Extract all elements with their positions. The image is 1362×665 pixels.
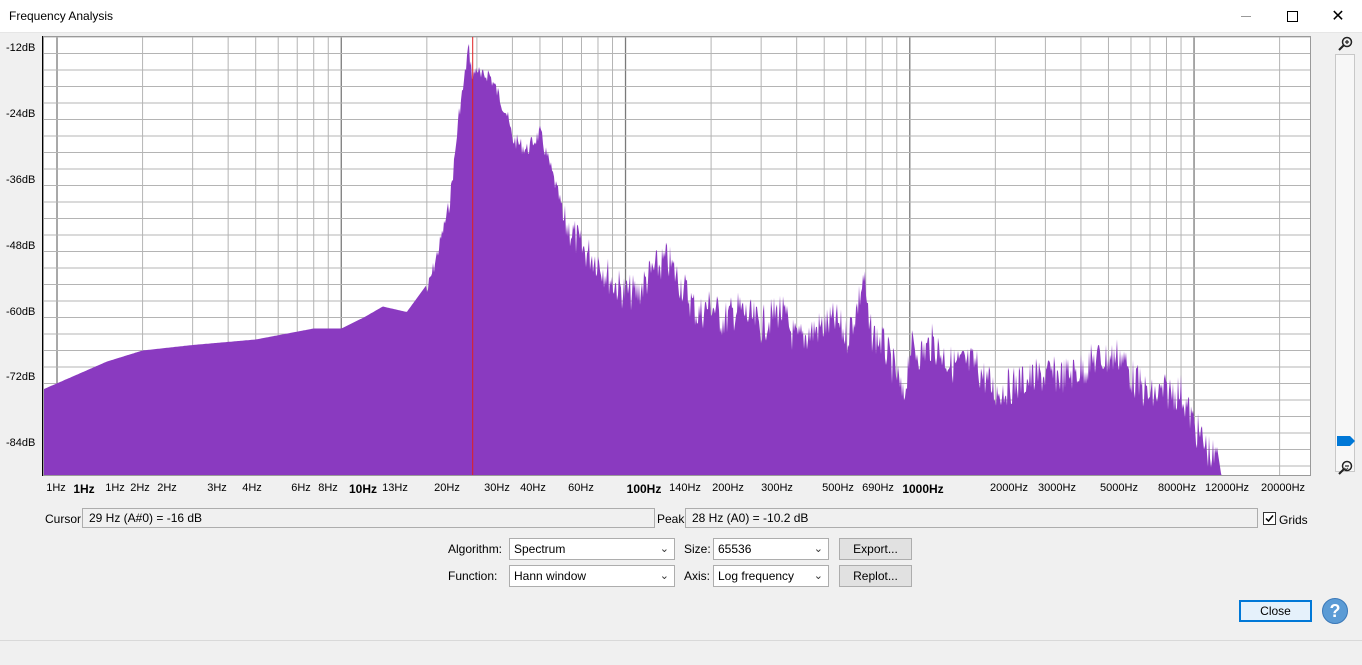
cursor-readout: 29 Hz (A#0) = -16 dB [82,508,655,528]
x-tick-label: 2Hz [157,482,177,494]
help-button[interactable]: ? [1322,598,1348,624]
chevron-down-icon: ⌄ [813,543,823,555]
zoom-slider-thumb[interactable] [1336,435,1356,447]
maximize-button[interactable] [1269,0,1315,32]
title-bar: Frequency Analysis ✕ [0,0,1362,33]
close-window-button[interactable]: ✕ [1315,0,1361,32]
y-tick-label: -72dB [6,371,36,383]
chevron-down-icon: ⌄ [813,570,823,582]
axis-select[interactable]: Log frequency ⌄ [713,565,829,587]
export-button[interactable]: Export... [839,538,912,560]
peak-label: Peak: [657,512,688,526]
axis-value: Log frequency [718,569,795,583]
replot-button[interactable]: Replot... [839,565,912,587]
x-tick-label: 1Hz [46,482,66,494]
algorithm-select[interactable]: Spectrum ⌄ [509,538,675,560]
axis-label: Axis: [684,569,711,583]
zoom-in-icon[interactable] [1337,36,1353,52]
x-tick-label: 60Hz [568,482,594,494]
close-icon: ✕ [1331,8,1345,25]
x-tick-label: 10Hz [348,482,378,496]
size-select[interactable]: 65536 ⌄ [713,538,829,560]
x-tick-label: 5000Hz [1100,482,1138,494]
x-tick-label: 30Hz [484,482,510,494]
x-tick-label: 4Hz [242,482,262,494]
checkmark-icon [1265,515,1274,523]
close-button[interactable]: Close [1239,600,1312,622]
x-tick-label: 140Hz [669,482,701,494]
x-tick-label: 12000Hz [1204,482,1250,494]
x-tick-label: 690Hz [862,482,894,494]
x-tick-label: 3Hz [207,482,227,494]
vertical-zoom-bar[interactable] [1332,36,1358,476]
x-axis-labels: 1Hz 1Hz 1Hz 2Hz 2Hz 3Hz 4Hz 6Hz 8Hz 10Hz… [43,478,1311,498]
x-tick-label: 8000Hz [1158,482,1196,494]
function-value: Hann window [514,569,587,583]
zoom-slider-track[interactable] [1335,54,1355,472]
y-tick-label: -24dB [6,108,36,120]
spectrum-area [44,44,1222,475]
function-select[interactable]: Hann window ⌄ [509,565,675,587]
minimize-button[interactable] [1223,0,1269,32]
algorithm-label: Algorithm: [448,542,503,556]
status-bar [0,640,1362,665]
y-tick-label: -36dB [6,174,36,186]
x-tick-label: 20000Hz [1260,482,1306,494]
x-tick-label: 13Hz [382,482,408,494]
x-tick-label: 3000Hz [1038,482,1076,494]
y-tick-label: -60dB [6,306,36,318]
peak-readout: 28 Hz (A0) = -10.2 dB [685,508,1258,528]
x-tick-label: 2Hz [130,482,150,494]
y-tick-label: -84dB [6,437,36,449]
help-icon: ? [1329,600,1341,621]
scroll-down-icon[interactable]: ⌄ [1342,462,1350,473]
grids-label[interactable]: Grids [1279,513,1308,527]
x-tick-label: 1000Hz [902,482,944,496]
size-label: Size: [684,542,711,556]
x-tick-label: 8Hz [318,482,338,494]
window-title: Frequency Analysis [9,9,114,23]
algorithm-value: Spectrum [514,542,566,556]
x-tick-label: 20Hz [434,482,460,494]
y-tick-label: -48dB [6,240,36,252]
x-tick-label: 1Hz [73,482,95,496]
chevron-down-icon: ⌄ [659,543,669,555]
x-tick-label: 100Hz [626,482,662,496]
maximize-icon [1286,10,1298,22]
y-tick-label: -12dB [6,42,36,54]
x-tick-label: 6Hz [291,482,311,494]
grids-checkbox[interactable] [1263,512,1276,525]
cursor-label: Cursor: [45,512,85,526]
x-tick-label: 200Hz [712,482,744,494]
spectrum-svg [44,37,1310,475]
minimize-icon [1241,15,1251,17]
size-value: 65536 [718,542,752,556]
function-label: Function: [448,569,498,583]
chevron-down-icon: ⌄ [659,570,669,582]
spectrum-plot[interactable] [43,36,1311,476]
x-tick-label: 1Hz [105,482,125,494]
x-tick-label: 40Hz [520,482,546,494]
x-tick-label: 300Hz [761,482,793,494]
x-tick-label: 2000Hz [990,482,1028,494]
x-tick-label: 500Hz [822,482,854,494]
